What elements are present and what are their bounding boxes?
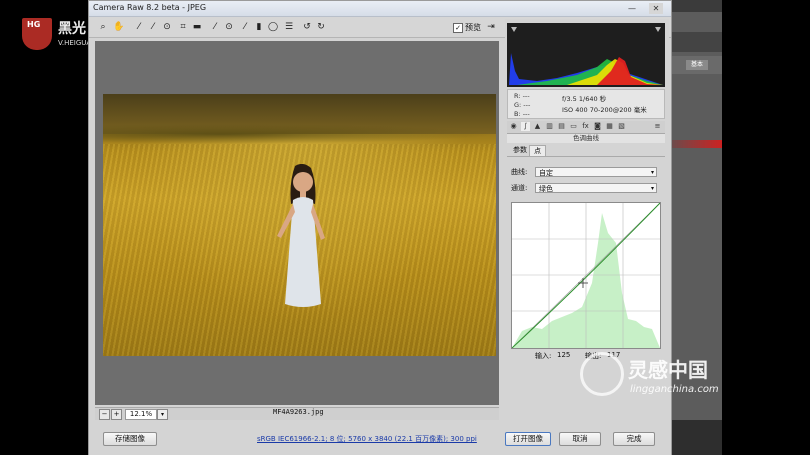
- hg-brand-name: 黑光: [58, 21, 86, 37]
- color-sampler-icon[interactable]: ⁄: [147, 21, 159, 33]
- girl-figure: [277, 164, 325, 307]
- channel-select[interactable]: 绿色 ▾: [535, 183, 657, 193]
- dialog-footer: 存储图像 sRGB IEC61966-2.1; 8 位; 5760 x 3840…: [89, 421, 671, 455]
- done-button[interactable]: 完成: [613, 432, 655, 446]
- status-bar: − + 12.1% ▾ MF4A9263.jpg: [95, 407, 499, 420]
- dialog-titlebar: Camera Raw 8.2 beta - JPEG — ✕: [89, 1, 671, 17]
- aperture-shutter: f/3.5 1/640 秒: [562, 95, 607, 103]
- zoom-in-button[interactable]: +: [111, 409, 122, 420]
- split-toning-tab-icon[interactable]: ▤: [557, 122, 566, 131]
- tab-parametric[interactable]: 参数: [509, 145, 531, 155]
- targeted-adjustment-icon[interactable]: ⊙: [161, 21, 173, 33]
- curve-preset-select[interactable]: 自定 ▾: [535, 167, 657, 177]
- basic-tab-icon[interactable]: ◉: [509, 122, 518, 131]
- red-eye-icon[interactable]: ⊙: [223, 21, 235, 33]
- info-readout: R: --- G: --- B: --- f/3.5 1/640 秒 ISO 4…: [507, 89, 665, 119]
- hsl-tab-icon[interactable]: ▥: [545, 122, 554, 131]
- camera-calibration-tab-icon[interactable]: ◙: [593, 122, 602, 131]
- dialog-title: Camera Raw 8.2 beta - JPEG: [93, 3, 207, 12]
- close-button[interactable]: ✕: [649, 3, 663, 14]
- preview-checkbox[interactable]: ✓: [453, 23, 463, 33]
- zoom-dropdown[interactable]: ▾: [157, 409, 168, 420]
- fullscreen-icon[interactable]: ⇥: [485, 21, 497, 33]
- photo-preview: [103, 94, 496, 356]
- panel-title: 色调曲线: [507, 134, 665, 143]
- crop-tool-icon[interactable]: ⌗: [177, 21, 189, 33]
- panel-menu-icon[interactable]: ≡: [653, 122, 662, 131]
- chevron-down-icon: ▾: [650, 169, 654, 176]
- background-panel-tab: 基本: [686, 60, 708, 70]
- spot-removal-icon[interactable]: ⁄: [209, 21, 221, 33]
- lg-brand-url: lingganchina.com: [630, 384, 719, 395]
- save-image-button[interactable]: 存储图像: [103, 432, 157, 446]
- snapshots-tab-icon[interactable]: ▧: [617, 122, 626, 131]
- tone-curve-tab-icon[interactable]: ∫: [521, 122, 530, 131]
- iso-lens: ISO 400 70-200@200 毫米: [562, 106, 647, 114]
- rotate-ccw-icon[interactable]: ↺: [301, 21, 313, 33]
- curve-preset-value: 自定: [539, 169, 553, 177]
- curve-subtabs: 参数 点: [507, 145, 665, 157]
- curve-preset-row: 曲线: 自定 ▾: [511, 167, 661, 178]
- zoom-level-field[interactable]: 12.1%: [125, 409, 157, 420]
- presets-tab-icon[interactable]: ▦: [605, 122, 614, 131]
- crosshair-cursor-icon: [578, 278, 588, 288]
- r-readout: R: ---: [514, 92, 530, 100]
- chevron-down-icon: ▾: [650, 185, 654, 192]
- lg-brand-name: 灵感中国: [628, 358, 708, 382]
- file-name: MF4A9263.jpg: [273, 408, 324, 416]
- effects-tab-icon[interactable]: fx: [581, 122, 590, 131]
- channel-row: 通道: 绿色 ▾: [511, 183, 661, 194]
- zoom-tool-icon[interactable]: ⌕: [97, 21, 109, 33]
- tab-point[interactable]: 点: [529, 145, 546, 156]
- adjustment-brush-icon[interactable]: ⁄: [239, 21, 251, 33]
- histogram: [507, 23, 665, 87]
- curve-label: 曲线:: [511, 168, 528, 176]
- channel-value: 绿色: [539, 185, 553, 193]
- white-balance-tool-icon[interactable]: ⁄: [133, 21, 145, 33]
- graduated-filter-icon[interactable]: ▮: [253, 21, 265, 33]
- lens-tab-icon[interactable]: ▭: [569, 122, 578, 131]
- rotate-cw-icon[interactable]: ↻: [315, 21, 327, 33]
- workflow-options-link[interactable]: sRGB IEC61966-2.1; 8 位; 5760 x 3840 (22.…: [257, 434, 477, 444]
- panel-tabs: ◉ ∫ ▲ ▥ ▤ ▭ fx ◙ ▦ ▧ ≡: [507, 121, 665, 134]
- tone-curve-graph[interactable]: [511, 202, 661, 349]
- cancel-button[interactable]: 取消: [559, 432, 601, 446]
- detail-tab-icon[interactable]: ▲: [533, 122, 542, 131]
- input-value: 125: [557, 351, 571, 359]
- g-readout: G: ---: [514, 101, 531, 109]
- straighten-tool-icon[interactable]: ▬: [191, 21, 203, 33]
- b-readout: B: ---: [514, 110, 530, 118]
- channel-label: 通道:: [511, 184, 528, 192]
- preferences-icon[interactable]: ☰: [283, 21, 295, 33]
- hand-tool-icon[interactable]: ✋: [113, 21, 125, 33]
- preview-label: 预览: [465, 23, 481, 32]
- open-image-button[interactable]: 打开图像: [505, 432, 551, 446]
- input-label: 输入:: [535, 352, 552, 360]
- zoom-out-button[interactable]: −: [99, 409, 110, 420]
- minimize-button[interactable]: —: [625, 3, 639, 14]
- radial-filter-icon[interactable]: ◯: [267, 21, 279, 33]
- hg-badge-text: HG: [27, 20, 41, 29]
